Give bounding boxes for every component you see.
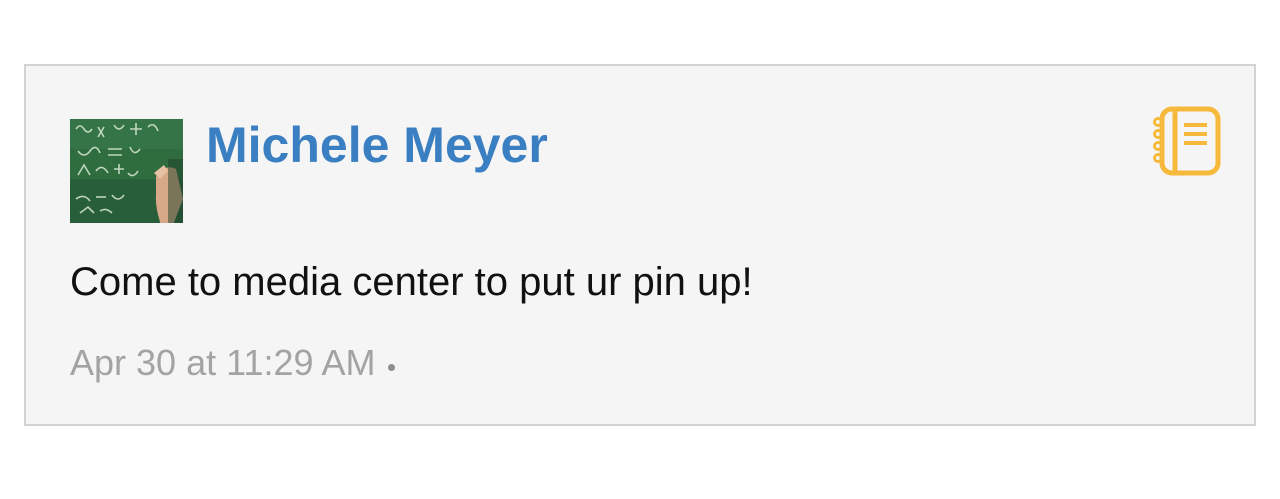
post-card: Michele Meyer Come to media center to pu… — [24, 64, 1256, 426]
avatar-image — [70, 119, 183, 223]
avatar[interactable] — [70, 119, 183, 223]
notebook-icon — [1152, 106, 1222, 176]
author-name[interactable]: Michele Meyer — [206, 116, 548, 174]
post-message: Come to media center to put ur pin up! — [70, 260, 753, 304]
post-meta: Apr 30 at 11:29 AM — [70, 342, 395, 384]
separator-dot — [387, 363, 395, 371]
post-timestamp[interactable]: Apr 30 at 11:29 AM — [70, 342, 376, 383]
